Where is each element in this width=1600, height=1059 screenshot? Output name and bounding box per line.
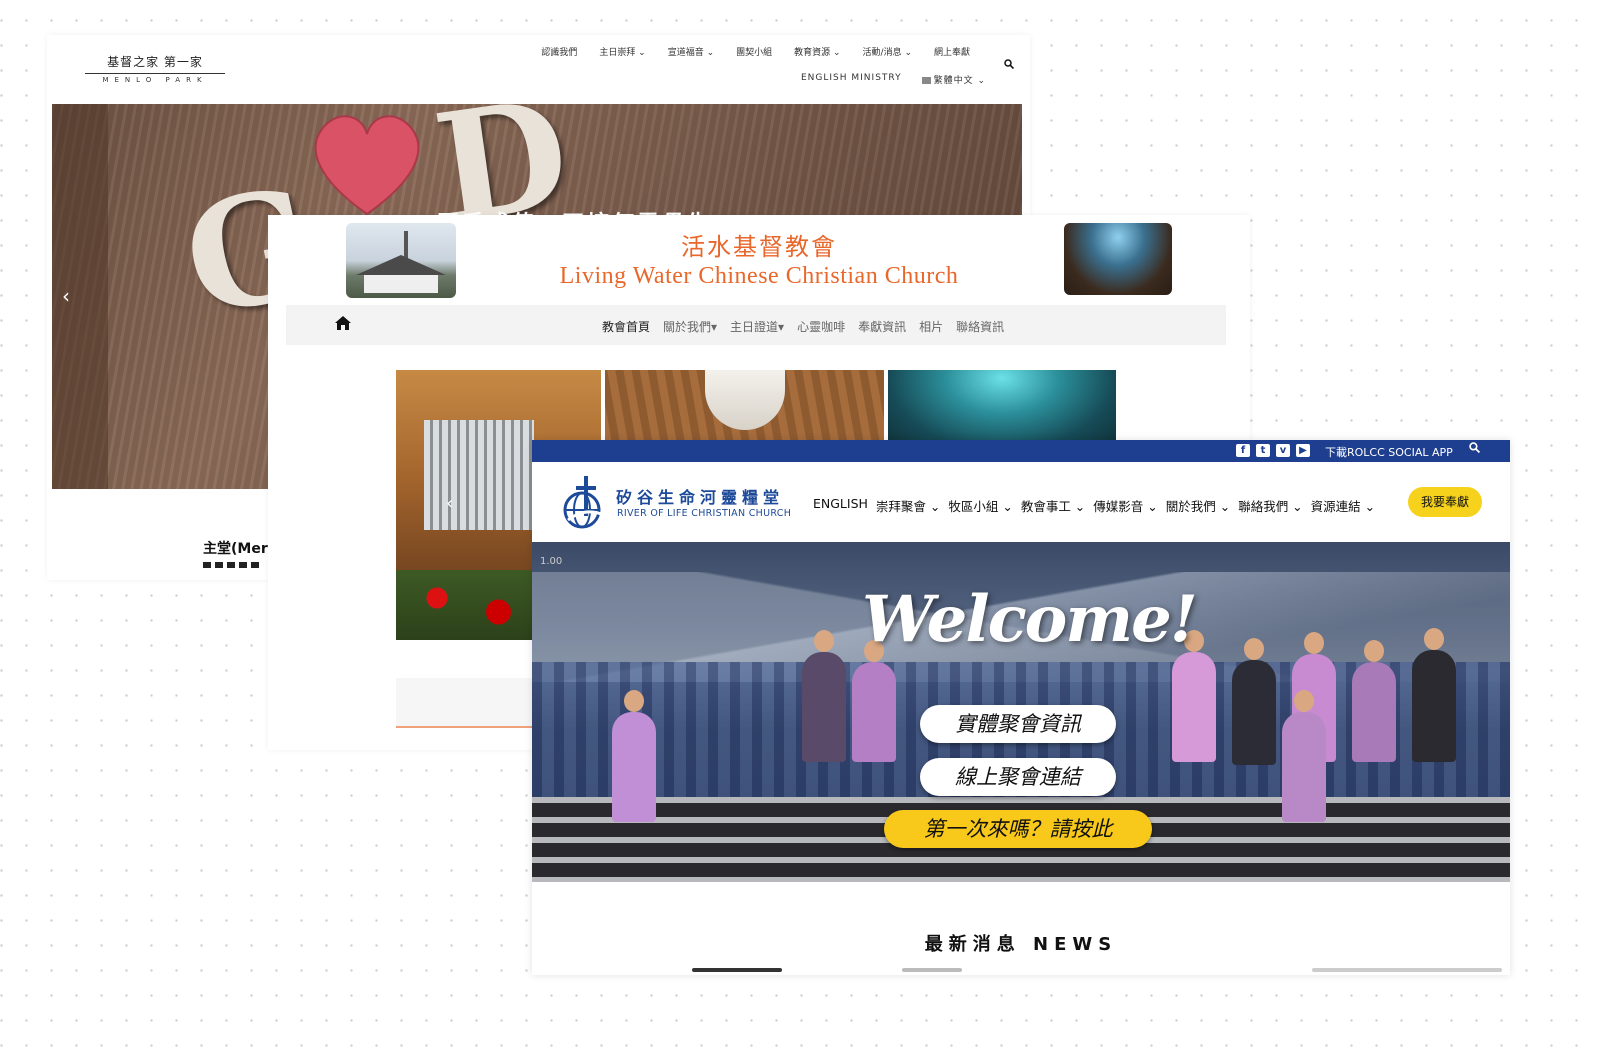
menu-item-sermons[interactable]: 主日證道▾ [730, 318, 784, 335]
social-links: f t v ▶ [1236, 444, 1310, 457]
nav-item-worship[interactable]: 主日崇拜 ⌄ [599, 45, 645, 58]
facebook-icon[interactable]: f [1236, 444, 1250, 457]
welcome-script-text: Welcome! [862, 582, 1198, 657]
nav-item-about[interactable]: 認識我們 [541, 45, 577, 58]
menlo-caption: 主堂(Mer [203, 541, 268, 557]
nav-about[interactable]: 關於我們 ⌄ [1166, 496, 1230, 515]
vimeo-icon[interactable]: v [1276, 444, 1290, 457]
prev-slide-preview [52, 104, 108, 489]
singer-head [624, 690, 644, 712]
menu-item-contact[interactable]: 聯絡資訊 [956, 318, 1004, 335]
menu-item-home[interactable]: 教會首頁 [602, 318, 650, 335]
logo-chinese: 矽谷生命河靈糧堂 [616, 488, 785, 507]
nav-resources[interactable]: 資源連結 ⌄ [1311, 496, 1375, 515]
river-of-life-logo[interactable]: 矽谷生命河靈糧堂 RIVER OF LIFE CHRISTIAN CHURCH [560, 476, 791, 530]
download-app-link[interactable]: 下載ROLCC SOCIAL APP [1325, 444, 1453, 460]
drape-cloth [705, 370, 785, 430]
language-label: 繁體中文 ⌄ [933, 76, 986, 86]
news-card-preview[interactable] [902, 968, 962, 972]
church-title-english: Living Water Chinese Christian Church [559, 263, 959, 289]
utility-bar: f t v ▶ 下載ROLCC SOCIAL APP [532, 440, 1510, 462]
menlo-logo-chinese: 基督之家 第一家 [107, 55, 203, 69]
singer-head [814, 630, 834, 652]
youtube-icon[interactable]: ▶ [1296, 444, 1310, 457]
menlo-logo-english: MENLO PARK [102, 76, 208, 84]
singer-head [1424, 628, 1444, 650]
nav-item-give[interactable]: 網上奉獻 [934, 45, 970, 58]
menu-item-coffee[interactable]: 心靈咖啡 [797, 318, 845, 335]
choir-member [1232, 660, 1276, 765]
living-water-menu: 教會首頁 關於我們▾ 主日證道▾ 心靈咖啡 奉獻資訊 相片 聯絡資訊 [602, 318, 1004, 335]
nav-small-groups[interactable]: 牧區小組 ⌄ [948, 496, 1012, 515]
river-of-life-window: f t v ▶ 下載ROLCC SOCIAL APP 矽谷生命河靈糧堂 RIVE… [532, 440, 1510, 975]
organ-pipes [424, 420, 534, 530]
tab-underline [396, 678, 536, 728]
give-button[interactable]: 我要奉獻 [1408, 487, 1482, 517]
choir-member [1412, 650, 1456, 762]
menu-item-giving[interactable]: 奉獻資訊 [858, 318, 906, 335]
nav-item-mission[interactable]: 宣道福音 ⌄ [668, 45, 714, 58]
flag-icon [921, 77, 931, 84]
menlo-nav-primary: 認識我們 主日崇拜 ⌄ 宣道福音 ⌄ 團契小組 教育資源 ⌄ 活動/消息 ⌄ 網… [541, 45, 970, 58]
news-card-preview[interactable] [692, 968, 782, 972]
singer-head [1364, 640, 1384, 662]
singer-head [1294, 690, 1314, 712]
living-water-navbar: 教會首頁 關於我們▾ 主日證道▾ 心靈咖啡 奉獻資訊 相片 聯絡資訊 [286, 305, 1226, 345]
nav-english[interactable]: ENGLISH [813, 496, 868, 515]
news-heading: 最新消息 NEWS [924, 934, 1118, 955]
choir-member [1352, 662, 1396, 762]
search-icon[interactable] [1004, 59, 1015, 72]
search-icon[interactable] [1469, 442, 1481, 456]
first-time-button[interactable]: 第一次來嗎？請按此 [884, 810, 1152, 848]
slide-counter: 1.00 [540, 556, 563, 567]
church-title-chinese: 活水基督教會 [681, 233, 837, 261]
language-switcher[interactable]: 繁體中文 ⌄ [921, 73, 986, 86]
worship-hero-banner: 1.00 Welcome! 實體聚會資訊 線上聚會連結 第一次來嗎？請按此 [532, 542, 1510, 882]
prev-arrow-icon[interactable]: ‹ [62, 284, 70, 308]
online-service-button[interactable]: 線上聚會連結 [920, 758, 1116, 796]
logo-english: RIVER OF LIFE CHRISTIAN CHURCH [617, 508, 792, 519]
gallery-photo-ceiling [888, 370, 1116, 450]
gallery-photo-cross [605, 370, 884, 450]
nav-item-events[interactable]: 活動/消息 ⌄ [863, 45, 912, 58]
nav-item-english-ministry[interactable]: ENGLISH MINISTRY [801, 73, 902, 86]
menlo-nav-secondary: ENGLISH MINISTRY 繁體中文 ⌄ [801, 73, 986, 86]
twitter-icon[interactable]: t [1256, 444, 1270, 457]
menu-item-about[interactable]: 關於我們▾ [663, 318, 717, 335]
nav-contact[interactable]: 聯絡我們 ⌄ [1238, 496, 1302, 515]
nav-media[interactable]: 傳媒影音 ⌄ [1093, 496, 1157, 515]
choir-member [802, 652, 846, 762]
heart-image [314, 115, 420, 216]
menu-item-photos[interactable]: 相片 [919, 318, 943, 335]
nav-worship[interactable]: 崇拜聚會 ⌄ [876, 496, 940, 515]
choir-member [1172, 652, 1216, 762]
choir-member [1282, 712, 1326, 822]
in-person-info-button[interactable]: 實體聚會資訊 [920, 705, 1116, 743]
gallery-prev-icon[interactable]: ‹ [446, 493, 453, 514]
caption-subtext [203, 562, 263, 568]
logo-divider [85, 73, 225, 74]
singer-head [1304, 632, 1324, 654]
choir-member [852, 662, 896, 762]
globe-cross-icon [563, 476, 607, 529]
singer-head [1244, 638, 1264, 660]
home-icon[interactable] [334, 315, 352, 331]
nav-item-fellowship[interactable]: 團契小組 [736, 45, 772, 58]
news-card-preview[interactable] [1312, 968, 1502, 972]
nav-ministries[interactable]: 教會事工 ⌄ [1021, 496, 1085, 515]
river-main-nav: ENGLISH 崇拜聚會 ⌄ 牧區小組 ⌄ 教會事工 ⌄ 傳媒影音 ⌄ 關於我們… [813, 496, 1375, 515]
worship-leader [612, 712, 656, 822]
menlo-logo[interactable]: 基督之家 第一家 MENLO PARK [85, 53, 225, 84]
nav-item-education[interactable]: 教育資源 ⌄ [794, 45, 840, 58]
